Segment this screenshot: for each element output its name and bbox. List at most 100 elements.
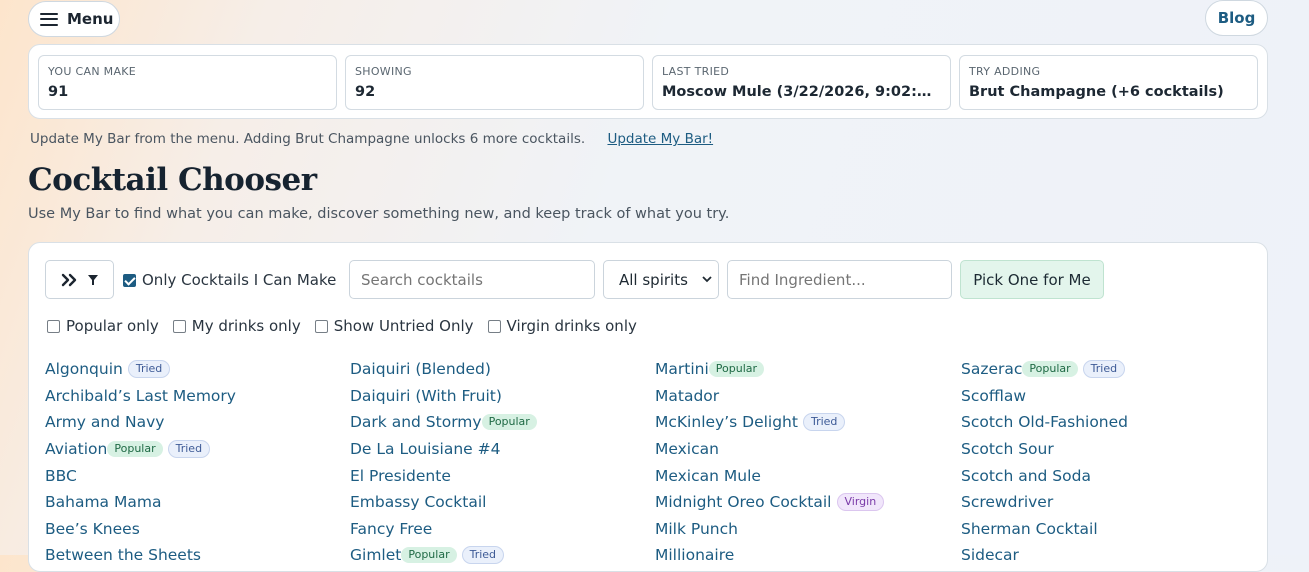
stat-you-can-make: YOU CAN MAKE 91 xyxy=(38,55,337,110)
cocktail-list-item[interactable]: McKinley’s Delight Tried xyxy=(655,409,884,436)
cocktail-name-link[interactable]: Mexican xyxy=(655,440,719,458)
cocktail-list-item[interactable]: Mexican xyxy=(655,436,884,463)
stat-try-adding: TRY ADDING Brut Champagne (+6 cocktails) xyxy=(959,55,1258,110)
cocktail-list-item[interactable]: Screwdriver xyxy=(961,489,1128,516)
popular-only-checkbox[interactable]: Popular only xyxy=(47,317,159,335)
cocktail-name-link[interactable]: Fancy Free xyxy=(350,520,432,538)
cocktail-list-item[interactable]: BBC xyxy=(45,462,236,489)
stat-label: TRY ADDING xyxy=(969,65,1041,78)
cocktail-list-item[interactable]: El Presidente xyxy=(350,462,537,489)
cocktail-name-link[interactable]: Embassy Cocktail xyxy=(350,493,486,511)
only-can-make-label: Only Cocktails I Can Make xyxy=(142,271,337,289)
cocktail-name-link[interactable]: Scotch Sour xyxy=(961,440,1054,458)
cocktail-list-item[interactable]: Between the Sheets xyxy=(45,542,236,569)
stat-value: Moscow Mule (3/22/2026, 9:02:00... xyxy=(662,84,950,100)
cocktail-list-item[interactable]: Sazerac Popular Tried xyxy=(961,356,1128,383)
cocktail-name-link[interactable]: Sazerac xyxy=(961,360,1022,378)
cocktail-list-item[interactable]: De La Louisiane #4 xyxy=(350,436,537,463)
spirit-select[interactable]: All spirits xyxy=(603,260,719,299)
show-untried-checkbox[interactable]: Show Untried Only xyxy=(314,317,474,335)
checkbox[interactable] xyxy=(487,319,501,333)
blog-button[interactable]: Blog xyxy=(1205,0,1268,36)
cocktail-name-link[interactable]: Dark and Stormy xyxy=(350,413,482,431)
cocktail-name-link[interactable]: Archibald’s Last Memory xyxy=(45,387,236,405)
cocktail-list-item[interactable]: Algonquin Tried xyxy=(45,356,236,383)
cocktail-name-link[interactable]: Algonquin xyxy=(45,360,123,378)
filter-label: Popular only xyxy=(66,317,159,335)
popular-badge: Popular xyxy=(1022,361,1078,378)
only-can-make-checkbox[interactable]: Only Cocktails I Can Make xyxy=(123,271,336,289)
checkbox[interactable] xyxy=(47,319,60,333)
cocktail-name-link[interactable]: Mexican Mule xyxy=(655,467,761,485)
cocktail-name-link[interactable]: Daiquiri (Blended) xyxy=(350,360,491,378)
cocktail-list-item[interactable]: Gimlet Popular Tried xyxy=(350,542,537,569)
update-my-bar-link[interactable]: Update My Bar! xyxy=(607,131,713,147)
checkbox-checked[interactable] xyxy=(123,273,136,287)
cocktail-name-link[interactable]: Between the Sheets xyxy=(45,546,201,564)
cocktail-list-item[interactable]: Embassy Cocktail xyxy=(350,489,537,516)
update-bar: Update My Bar from the menu. Adding Brut… xyxy=(30,131,713,147)
cocktail-name-link[interactable]: Milk Punch xyxy=(655,520,738,538)
filter-label: My drinks only xyxy=(191,317,301,335)
cocktail-name-link[interactable]: Scotch Old-Fashioned xyxy=(961,413,1128,431)
cocktail-name-link[interactable]: Midnight Oreo Cocktail xyxy=(655,493,832,511)
cocktail-list-item[interactable]: Sherman Cocktail xyxy=(961,516,1128,543)
cocktail-name-link[interactable]: Sidecar xyxy=(961,546,1019,564)
cocktail-list-item[interactable]: Scotch and Soda xyxy=(961,462,1128,489)
cocktail-list-item[interactable]: Aviation Popular Tried xyxy=(45,436,236,463)
menu-button[interactable]: Menu xyxy=(28,1,120,37)
cocktail-list-item[interactable]: Daiquiri (Blended) xyxy=(350,356,537,383)
cocktail-list-item[interactable]: Matador xyxy=(655,383,884,410)
cocktail-name-link[interactable]: Millionaire xyxy=(655,546,734,564)
pick-one-button[interactable]: Pick One for Me xyxy=(960,260,1104,299)
cocktail-list-item[interactable]: Bee’s Knees xyxy=(45,516,236,543)
cocktail-name-link[interactable]: Bahama Mama xyxy=(45,493,161,511)
cocktail-name-link[interactable]: Army and Navy xyxy=(45,413,164,431)
cocktail-column-3: Martini Popular Matador McKinley’s Delight T… xyxy=(655,356,885,569)
cocktail-list-item[interactable]: Martini Popular xyxy=(655,356,884,383)
search-cocktails-input[interactable] xyxy=(349,260,595,299)
cocktail-name-link[interactable]: Aviation xyxy=(45,440,107,458)
cocktail-list-item[interactable]: Sidecar xyxy=(961,542,1128,569)
cocktail-name-link[interactable]: El Presidente xyxy=(350,467,451,485)
cocktail-name-link[interactable]: Martini xyxy=(655,360,709,378)
popular-badge: Popular xyxy=(107,441,163,458)
find-ingredient-input[interactable] xyxy=(727,260,952,299)
cocktail-name-link[interactable]: Daiquiri (With Fruit) xyxy=(350,387,502,405)
cocktail-list-item[interactable]: Scofflaw xyxy=(961,383,1128,410)
tried-badge: Tried xyxy=(461,546,505,565)
cocktail-name-link[interactable]: Matador xyxy=(655,387,719,405)
filter-toggle-button[interactable] xyxy=(45,260,114,299)
tried-badge: Tried xyxy=(127,360,171,379)
cocktail-list-item[interactable]: Midnight Oreo Cocktail Virgin xyxy=(655,489,885,516)
stat-last-tried: LAST TRIED Moscow Mule (3/22/2026, 9:02:… xyxy=(652,55,951,110)
virgin-only-checkbox[interactable]: Virgin drinks only xyxy=(487,317,637,335)
checkbox[interactable] xyxy=(172,319,186,333)
cocktail-name-link[interactable]: Screwdriver xyxy=(961,493,1053,511)
page-subtitle: Use My Bar to find what you can make, di… xyxy=(28,206,730,222)
cocktail-list-item[interactable]: Dark and Stormy Popular xyxy=(350,409,537,436)
my-drinks-only-checkbox[interactable]: My drinks only xyxy=(172,317,301,335)
cocktail-list-item[interactable]: Army and Navy xyxy=(45,409,236,436)
cocktail-name-link[interactable]: Sherman Cocktail xyxy=(961,520,1098,538)
cocktail-name-link[interactable]: McKinley’s Delight xyxy=(655,413,798,431)
cocktail-name-link[interactable]: BBC xyxy=(45,467,77,485)
cocktail-list-item[interactable]: Daiquiri (With Fruit) xyxy=(350,383,537,410)
cocktail-list-item[interactable]: Mexican Mule xyxy=(655,462,884,489)
cocktail-list-item[interactable]: Archibald’s Last Memory xyxy=(45,383,236,410)
cocktail-column-1: Algonquin Tried Archibald’s Last Memory Arm… xyxy=(45,356,236,569)
cocktail-name-link[interactable]: Scofflaw xyxy=(961,387,1026,405)
cocktail-list-item[interactable]: Scotch Sour xyxy=(961,436,1128,463)
cocktail-name-link[interactable]: Scotch and Soda xyxy=(961,467,1091,485)
popular-badge: Popular xyxy=(481,414,537,431)
cocktail-name-link[interactable]: Gimlet xyxy=(350,546,401,564)
checkbox[interactable] xyxy=(314,319,328,333)
stat-showing: SHOWING 92 xyxy=(345,55,644,110)
cocktail-name-link[interactable]: Bee’s Knees xyxy=(45,520,140,538)
cocktail-list-item[interactable]: Milk Punch xyxy=(655,516,884,543)
cocktail-list-item[interactable]: Millionaire xyxy=(655,542,884,569)
cocktail-list-item[interactable]: Fancy Free xyxy=(350,516,537,543)
cocktail-list-item[interactable]: Scotch Old-Fashioned xyxy=(961,409,1128,436)
cocktail-list-item[interactable]: Bahama Mama xyxy=(45,489,236,516)
cocktail-name-link[interactable]: De La Louisiane #4 xyxy=(350,440,500,458)
